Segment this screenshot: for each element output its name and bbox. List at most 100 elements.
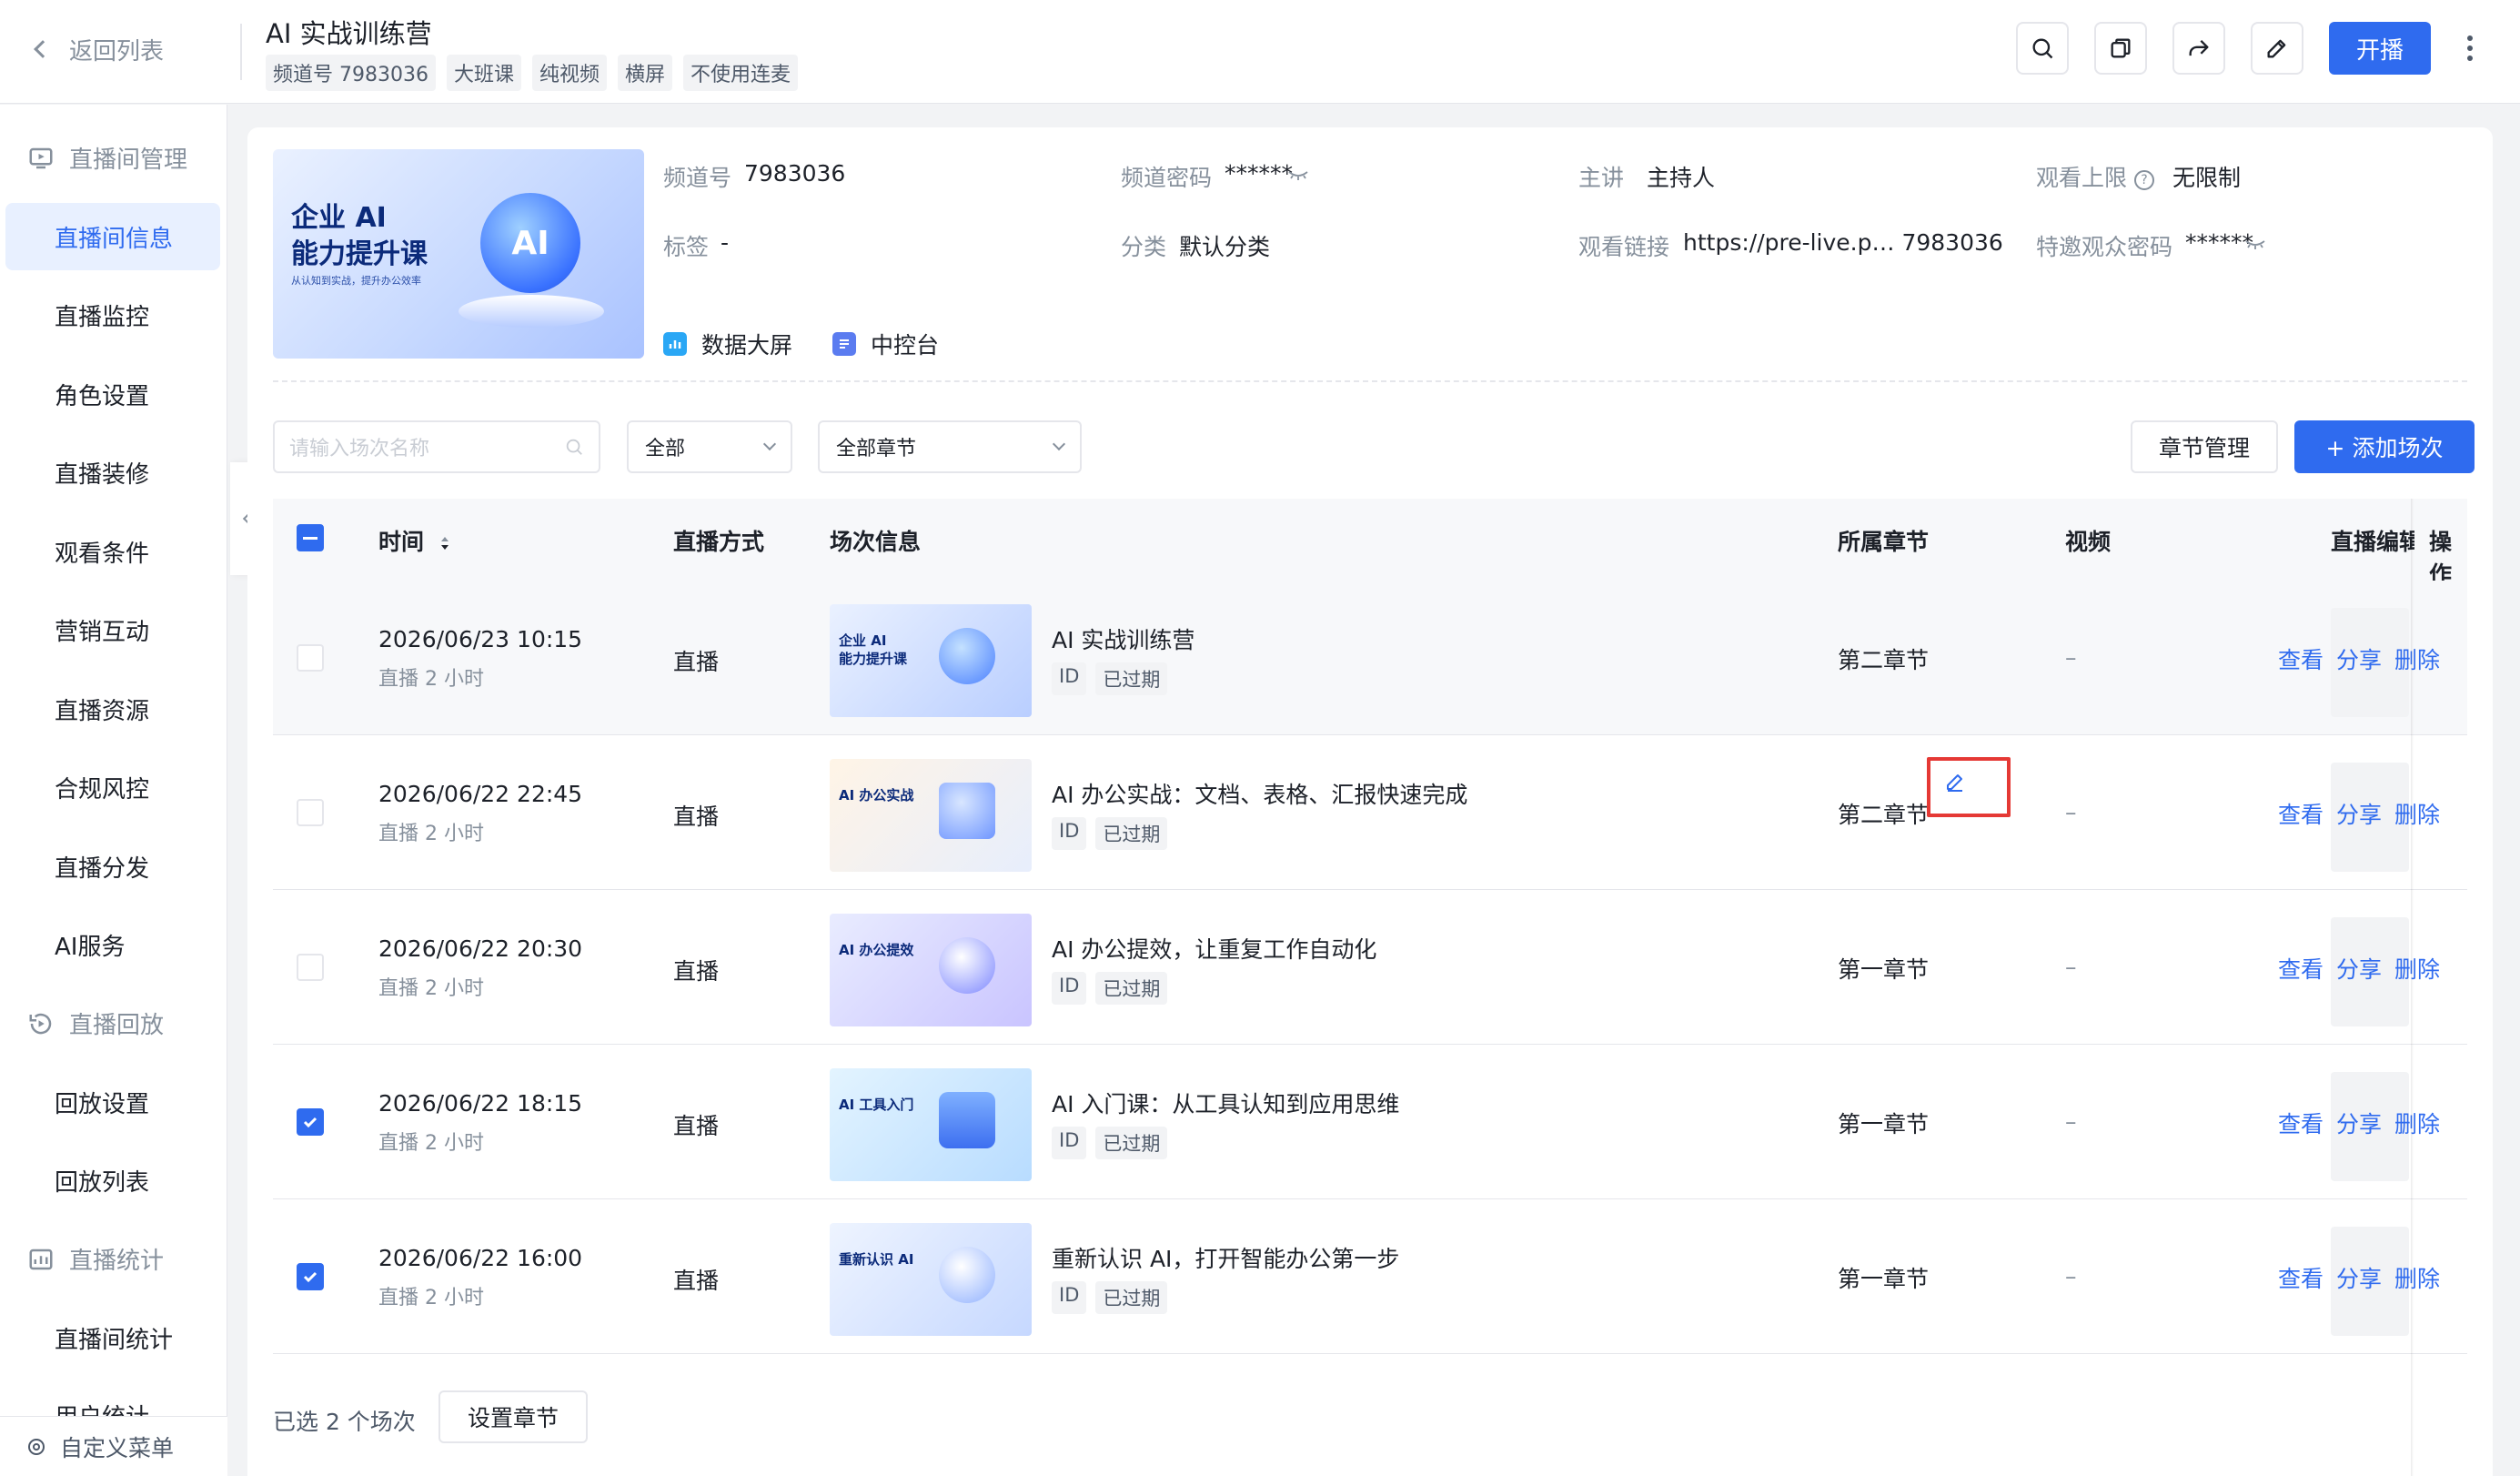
session-thumbnail[interactable]: AI 工具入门 [830, 1068, 1032, 1181]
sidebar-item-room-stats[interactable]: 直播间统计 [55, 1321, 173, 1355]
stats-icon [29, 1249, 53, 1269]
delete-link[interactable]: 删除 [2394, 797, 2440, 830]
search-placeholder: 请输入场次名称 [289, 438, 430, 460]
delete-link[interactable]: 删除 [2394, 1261, 2440, 1294]
sidebar-group-live[interactable]: 直播间管理 [27, 141, 187, 175]
eye-closed-icon[interactable] [1288, 169, 1308, 182]
category-label: 分类 [1121, 234, 1167, 260]
col-editor: 直播编辑 [2331, 529, 2414, 555]
share-button[interactable] [2172, 22, 2225, 75]
session-video: – [2065, 799, 2077, 825]
status-select[interactable]: 全部 [627, 420, 792, 473]
session-search-input[interactable]: 请输入场次名称 [273, 420, 600, 473]
sidebar-item-monitor[interactable]: 直播监控 [55, 298, 149, 332]
chevron-down-icon [1052, 437, 1066, 451]
sidebar-item-roles[interactable]: 角色设置 [55, 378, 149, 411]
sidebar-item-resources[interactable]: 直播资源 [55, 693, 149, 726]
invite-password-value: ****** [2185, 229, 2253, 256]
sidebar-item-room-info[interactable]: 直播间信息 [55, 220, 173, 254]
session-mode: 直播 [673, 649, 720, 675]
delete-link[interactable]: 删除 [2394, 952, 2440, 985]
back-to-list-button[interactable]: 返回列表 [34, 31, 164, 67]
session-thumbnail[interactable]: 企业 AI 能力提升课 [830, 604, 1032, 717]
help-icon[interactable]: ? [2134, 170, 2155, 190]
row-actions: 查看 分享 删除 [2278, 797, 2440, 830]
session-chapter: 第二章节 [1838, 647, 1930, 673]
select-all-checkbox[interactable] [297, 524, 324, 551]
data-dashboard-link[interactable]: 数据大屏 [663, 328, 792, 360]
view-link[interactable]: 查看 [2278, 642, 2323, 675]
cover-title: 企业 AI 能力提升课 [291, 202, 428, 270]
row-checkbox[interactable] [297, 799, 324, 826]
session-mode: 直播 [673, 958, 720, 985]
watch-link-label: 观看链接 [1578, 234, 1670, 260]
set-chapter-button[interactable]: 设置章节 [438, 1390, 588, 1443]
view-link[interactable]: 查看 [2278, 1107, 2323, 1139]
speaker-label: 主讲 [1578, 165, 1625, 191]
share-link[interactable]: 分享 [2336, 797, 2382, 830]
row-checkbox[interactable] [297, 644, 324, 672]
header-actions: 开播 [2015, 22, 2484, 75]
search-button[interactable] [2015, 22, 2069, 75]
thumbnail-title: 重新认识 AI [839, 1251, 914, 1268]
session-mode: 直播 [673, 1268, 720, 1294]
share-link[interactable]: 分享 [2336, 952, 2382, 985]
edit-icon [2267, 39, 2286, 58]
row-checkbox[interactable] [297, 1108, 324, 1136]
eye-closed-icon[interactable] [2245, 238, 2265, 251]
session-title: AI 实战训练营 [1052, 627, 1195, 653]
custom-menu-button[interactable]: 自定义菜单 [0, 1416, 227, 1476]
share-link[interactable]: 分享 [2336, 1261, 2382, 1294]
sidebar-item-marketing[interactable]: 营销互动 [55, 613, 149, 647]
selected-count: 已选 2 个场次 [273, 1409, 416, 1435]
session-thumbnail[interactable]: AI 办公实战 [830, 759, 1032, 872]
chapter-select-value: 全部章节 [836, 438, 917, 460]
session-thumbnail[interactable]: 重新认识 AI [830, 1223, 1032, 1336]
chapter-select[interactable]: 全部章节 [818, 420, 1082, 473]
cover-base [459, 295, 604, 328]
table-row: 2026/06/22 18:15 直播 2 小时 直播 AI 工具入门 AI 入… [273, 1045, 2467, 1199]
chapter-edit-button[interactable] [1927, 757, 2011, 817]
class-type-tag: 大班课 [446, 55, 521, 91]
sidebar-item-replay-settings[interactable]: 回放设置 [55, 1086, 149, 1119]
sidebar-item-distribution[interactable]: 直播分发 [55, 850, 149, 884]
watch-link-value[interactable]: https://pre-live.p… 7983036 [1683, 229, 2003, 256]
col-time[interactable]: 时间 [378, 524, 450, 557]
add-session-button[interactable]: + 添加场次 [2294, 420, 2475, 473]
sort-icon[interactable] [439, 534, 450, 552]
sidebar-item-watch-conditions[interactable]: 观看条件 [55, 535, 149, 569]
custom-menu-label: 自定义菜单 [60, 1434, 175, 1461]
sidebar-item-decoration[interactable]: 直播装修 [55, 456, 149, 490]
session-duration: 直播 2 小时 [378, 977, 484, 1000]
row-checkbox[interactable] [297, 1263, 324, 1290]
sidebar-group-stats[interactable]: 直播统计 [27, 1242, 164, 1276]
sidebar-item-compliance[interactable]: 合规风控 [55, 771, 149, 804]
session-time: 2026/06/22 22:45 [378, 781, 583, 807]
start-live-button[interactable]: 开播 [2328, 22, 2431, 75]
session-time: 2026/06/22 20:30 [378, 935, 583, 962]
sidebar-item-replay-list[interactable]: 回放列表 [55, 1164, 149, 1198]
view-link[interactable]: 查看 [2278, 1261, 2323, 1294]
password-value: ****** [1225, 160, 1293, 187]
chapter-manage-button[interactable]: 章节管理 [2131, 420, 2278, 473]
thumbnail-robot-graphic [939, 937, 995, 994]
more-button[interactable] [2456, 22, 2484, 75]
tag-value: - [721, 229, 730, 256]
console-icon [832, 332, 856, 356]
expired-tag: 已过期 [1095, 972, 1168, 1005]
delete-link[interactable]: 删除 [2394, 642, 2440, 675]
edit-button[interactable] [2250, 22, 2303, 75]
share-link[interactable]: 分享 [2336, 1107, 2382, 1139]
delete-link[interactable]: 删除 [2394, 1107, 2440, 1139]
sidebar-group-replay[interactable]: 直播回放 [27, 1006, 164, 1040]
share-link[interactable]: 分享 [2336, 642, 2382, 675]
view-link[interactable]: 查看 [2278, 952, 2323, 985]
console-link[interactable]: 中控台 [832, 328, 939, 360]
copy-button[interactable] [2093, 22, 2147, 75]
session-time: 2026/06/22 16:00 [378, 1245, 583, 1271]
row-checkbox[interactable] [297, 954, 324, 981]
session-thumbnail[interactable]: AI 办公提效 [830, 914, 1032, 1026]
sidebar-item-ai-service[interactable]: AI服务 [55, 928, 125, 962]
bar-chart-icon [663, 332, 687, 356]
view-link[interactable]: 查看 [2278, 797, 2323, 830]
